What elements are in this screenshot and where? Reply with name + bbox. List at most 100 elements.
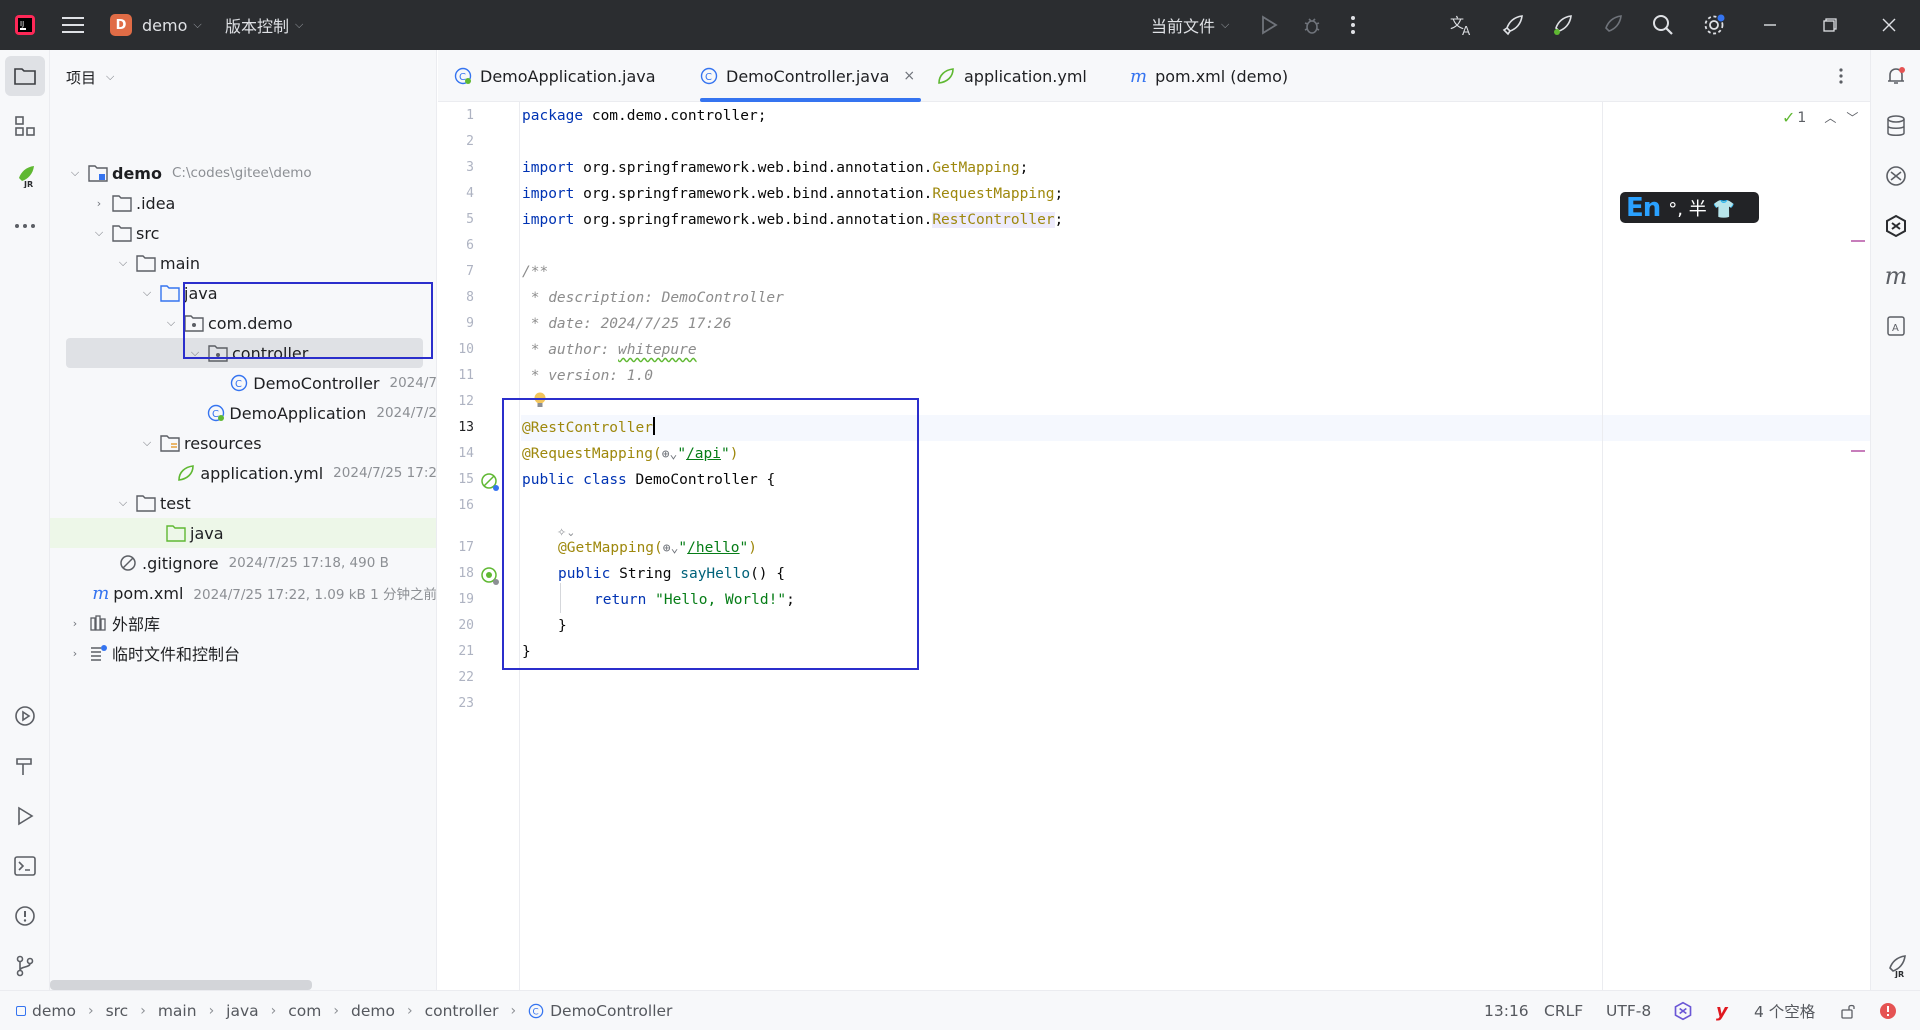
breadcrumb-item[interactable]: src — [106, 1002, 129, 1020]
problems-tool-button[interactable] — [5, 896, 45, 936]
restore-window-icon[interactable] — [1823, 0, 1837, 50]
main-menu-icon[interactable] — [62, 0, 84, 50]
tree-item-src[interactable]: ⌵ src — [50, 218, 436, 248]
chevron-right-icon[interactable]: › — [68, 617, 82, 630]
tree-item-resources[interactable]: ⌵ resources — [50, 428, 436, 458]
more-tools-button[interactable] — [5, 206, 45, 246]
services-tool-button[interactable] — [5, 696, 45, 736]
translation-button[interactable]: A — [1876, 306, 1916, 346]
spring-bean-gutter-icon[interactable] — [480, 472, 500, 492]
request-mapping-gutter-icon[interactable] — [480, 566, 500, 586]
tree-item-test[interactable]: ⌵ test — [50, 488, 436, 518]
youdao-icon[interactable]: y — [1716, 991, 1728, 1030]
tree-item-democontroller[interactable]: C DemoController 2024/7 — [50, 368, 436, 398]
chevron-right-icon[interactable]: › — [68, 647, 82, 660]
line-number: 10 — [458, 342, 474, 357]
settings-gear-icon[interactable] — [1702, 0, 1726, 50]
debug-icon[interactable] — [1302, 0, 1322, 50]
tab-options-icon[interactable] — [1838, 50, 1844, 102]
jrebel-tool-button[interactable]: JR — [5, 156, 45, 196]
more-actions-icon[interactable] — [1350, 0, 1356, 50]
close-window-icon[interactable] — [1882, 0, 1896, 50]
rocket-icon[interactable] — [1502, 0, 1524, 50]
tab-democontroller[interactable]: C DemoController.java × — [700, 50, 922, 102]
breadcrumb-item[interactable]: java — [226, 1002, 258, 1020]
chevron-down-icon[interactable]: ⌵ — [188, 346, 202, 360]
tree-item-java-test[interactable]: java — [50, 518, 436, 548]
tab-demoapplication[interactable]: C DemoApplication.java — [454, 50, 656, 102]
chevron-down-icon[interactable]: ⌵ — [116, 256, 130, 270]
rocket-run-icon[interactable] — [1551, 0, 1573, 50]
run-tool-button[interactable] — [5, 796, 45, 836]
rocket-disabled-icon[interactable] — [1601, 0, 1623, 50]
translate-icon[interactable]: 文A — [1450, 0, 1474, 50]
tree-item-controller[interactable]: ⌵ controller — [66, 338, 423, 368]
tree-item-demo[interactable]: ⌵ demo C:\codes\gitee\demo — [50, 158, 436, 188]
project-panel-header[interactable]: 项目 ⌵ — [66, 64, 114, 90]
chevron-down-icon[interactable]: ⌵ — [92, 226, 106, 240]
breadcrumb-item[interactable]: demo — [32, 1002, 76, 1020]
breadcrumb-item[interactable]: DemoController — [550, 1002, 672, 1020]
ime-indicator[interactable]: En °, 半 👕 — [1620, 192, 1759, 223]
chevron-down-icon[interactable]: ⌵ — [140, 436, 154, 450]
tree-item-scratches[interactable]: › 临时文件和控制台 — [50, 638, 436, 668]
globe-icon[interactable]: ⊕⌄ — [663, 541, 679, 556]
line-separator[interactable]: CRLF — [1544, 991, 1583, 1030]
terminal-tool-button[interactable] — [5, 846, 45, 886]
git-tool-button[interactable] — [5, 946, 45, 986]
lightbulb-icon[interactable] — [533, 391, 547, 413]
minimize-window-icon[interactable] — [1763, 0, 1777, 50]
search-icon[interactable] — [1652, 0, 1674, 50]
chevron-up-icon[interactable]: ︿ — [1824, 109, 1836, 126]
unlock-icon[interactable] — [1840, 991, 1856, 1030]
code-editor[interactable]: package com.demo.controller; import org.… — [521, 102, 1870, 990]
project-tool-button[interactable] — [5, 56, 45, 96]
chevron-down-icon[interactable]: ﹀ — [1846, 109, 1858, 126]
indent-setting[interactable]: 4 个空格 — [1754, 991, 1815, 1030]
breadcrumb-item[interactable]: controller — [425, 1002, 499, 1020]
app-logo-icon[interactable]: IJ — [14, 0, 36, 50]
caret-position[interactable]: 13:16 — [1484, 991, 1529, 1030]
editor-gutter[interactable]: 1 2 3 4 5 6 7 8 9 10 11 12 13 14 15 16 1… — [438, 102, 520, 990]
vcs-menu[interactable]: 版本控制 ⌵ — [225, 0, 303, 50]
breadcrumb-item[interactable]: com — [288, 1002, 321, 1020]
breadcrumb-item[interactable]: main — [158, 1002, 197, 1020]
chevron-down-icon[interactable]: ⌵ — [68, 166, 82, 180]
error-indicator-icon[interactable] — [1879, 991, 1897, 1030]
run-config-selector[interactable]: 当前文件 ⌵ — [1151, 0, 1229, 50]
tab-pom-xml[interactable]: m pom.xml (demo) — [1130, 50, 1288, 102]
tree-item-main[interactable]: ⌵ main — [50, 248, 436, 278]
database-button[interactable] — [1876, 106, 1916, 146]
project-horizontal-scrollbar[interactable] — [50, 980, 312, 990]
copilot-button[interactable] — [1876, 206, 1916, 246]
chevron-down-icon[interactable]: ⌵ — [164, 316, 178, 330]
copilot-status-icon[interactable] — [1673, 991, 1693, 1030]
tree-item-application-yml[interactable]: application.yml 2024/7/25 17:2 — [50, 458, 436, 488]
project-selector[interactable]: D demo ⌵ — [110, 0, 202, 50]
build-tool-button[interactable] — [5, 746, 45, 786]
jrebel-panel-button[interactable]: JR — [1876, 946, 1916, 986]
chevron-down-icon[interactable]: ⌵ — [116, 496, 130, 510]
structure-tool-button[interactable] — [5, 106, 45, 146]
tree-item-com-demo[interactable]: ⌵ com.demo — [50, 308, 436, 338]
error-stripe-mark[interactable] — [1851, 240, 1865, 242]
tree-item-pom-xml[interactable]: m pom.xml 2024/7/25 17:22, 1.09 kB 1 分钟之… — [50, 578, 436, 608]
tab-application-yml[interactable]: application.yml — [936, 50, 1087, 102]
globe-icon[interactable]: ⊕⌄ — [662, 447, 678, 462]
breadcrumb-item[interactable]: demo — [351, 1002, 395, 1020]
tree-item-demoapplication[interactable]: C DemoApplication 2024/7/2 — [50, 398, 436, 428]
tree-item-gitignore[interactable]: .gitignore 2024/7/25 17:18, 490 B — [50, 548, 436, 578]
chevron-down-icon[interactable]: ⌵ — [140, 286, 154, 300]
tree-item-external-libraries[interactable]: › 外部库 — [50, 608, 436, 638]
maven-button[interactable]: m — [1876, 256, 1916, 296]
tree-item-idea[interactable]: › .idea — [50, 188, 436, 218]
notifications-button[interactable] — [1876, 56, 1916, 96]
close-tab-icon[interactable]: × — [903, 68, 915, 84]
file-encoding[interactable]: UTF-8 — [1606, 991, 1651, 1030]
ai-assistant-button[interactable] — [1876, 156, 1916, 196]
error-stripe-mark[interactable] — [1851, 450, 1865, 452]
run-icon[interactable] — [1260, 0, 1278, 50]
inspection-widget[interactable]: ✓ 1 ︿ ﹀ — [1782, 108, 1858, 127]
tree-item-java-src[interactable]: ⌵ java — [50, 278, 436, 308]
chevron-right-icon[interactable]: › — [92, 197, 106, 210]
